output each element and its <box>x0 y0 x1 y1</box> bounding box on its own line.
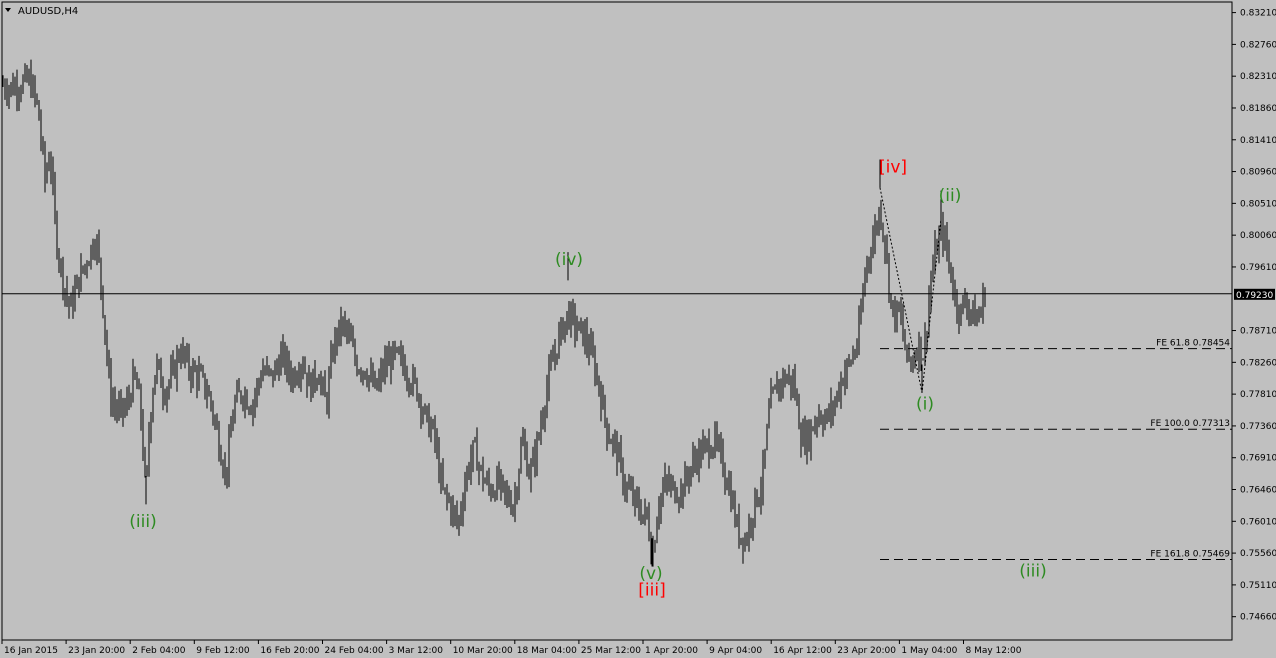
x-tick-label: 18 Mar 04:00 <box>517 646 577 656</box>
chart-window[interactable]: 0.79230 0.83210 0.82760 0.82310 0.81860 0.81… <box>0 0 1276 658</box>
x-tick-label: 24 Feb 04:00 <box>325 646 384 656</box>
x-tick-label: 3 Mar 12:00 <box>389 646 444 656</box>
y-tick-label: 0.78260 <box>1240 358 1276 368</box>
y-tick-label: 0.74660 <box>1240 613 1276 623</box>
y-tick-label: 0.82760 <box>1240 40 1276 50</box>
x-tick-label: 8 May 12:00 <box>966 646 1022 656</box>
x-tick-label: 23 Apr 20:00 <box>837 646 896 656</box>
x-tick-label: 16 Jan 2015 <box>4 646 58 656</box>
x-tick-label: 23 Jan 20:00 <box>68 646 125 656</box>
symbol-title: AUDUSD,H4 <box>18 6 78 17</box>
y-tick-label: 0.76010 <box>1240 517 1276 527</box>
fe-level-label: FE 161.8 0.75469 <box>1150 550 1230 560</box>
x-tick-label: 16 Apr 12:00 <box>773 646 832 656</box>
wave-label: [iii] <box>638 580 665 600</box>
current-price-label: 0.79230 <box>1236 291 1273 301</box>
wave-label: (iv) <box>555 250 583 270</box>
y-tick-label: 0.77360 <box>1240 422 1276 432</box>
x-tick-label: 9 Apr 04:00 <box>709 646 762 656</box>
y-tick-label: 0.80060 <box>1240 231 1276 241</box>
y-tick-label: 0.75110 <box>1240 581 1276 591</box>
fe-level-label: FE 61.8 0.78454 <box>1156 339 1230 349</box>
fe-level-label: FE 100.0 0.77313 <box>1150 419 1230 429</box>
x-tick-label: 1 Apr 20:00 <box>645 646 698 656</box>
y-tick-label: 0.82310 <box>1240 72 1276 82</box>
y-tick-label: 0.81860 <box>1240 104 1276 114</box>
x-tick-label: 9 Feb 12:00 <box>196 646 250 656</box>
price-chart[interactable]: 0.79230 0.83210 0.82760 0.82310 0.81860 0.81… <box>0 0 1276 658</box>
x-tick-label: 10 Mar 20:00 <box>453 646 513 656</box>
y-tick-label: 0.75560 <box>1240 549 1276 559</box>
y-tick-label: 0.79610 <box>1240 263 1276 273</box>
y-tick-label: 0.77810 <box>1240 390 1276 400</box>
y-tick-label: 0.76910 <box>1240 454 1276 464</box>
y-tick-label: 0.76460 <box>1240 486 1276 496</box>
x-tick-label: 1 May 04:00 <box>901 646 957 656</box>
y-tick-label: 0.83210 <box>1240 9 1276 19</box>
wave-label: (i) <box>916 395 934 415</box>
wave-label: (iii) <box>1019 561 1046 581</box>
x-tick-label: 25 Mar 12:00 <box>581 646 641 656</box>
y-tick-label: 0.81410 <box>1240 136 1276 146</box>
wave-label: (iii) <box>129 512 156 532</box>
y-tick-label: 0.80510 <box>1240 199 1276 209</box>
y-tick-label: 0.80960 <box>1240 168 1276 178</box>
y-tick-label: 0.78710 <box>1240 327 1276 337</box>
x-tick-label: 16 Feb 20:00 <box>260 646 319 656</box>
x-tick-label: 2 Feb 04:00 <box>132 646 186 656</box>
wave-label: [iv] <box>879 157 907 177</box>
wave-label: (ii) <box>939 186 962 206</box>
